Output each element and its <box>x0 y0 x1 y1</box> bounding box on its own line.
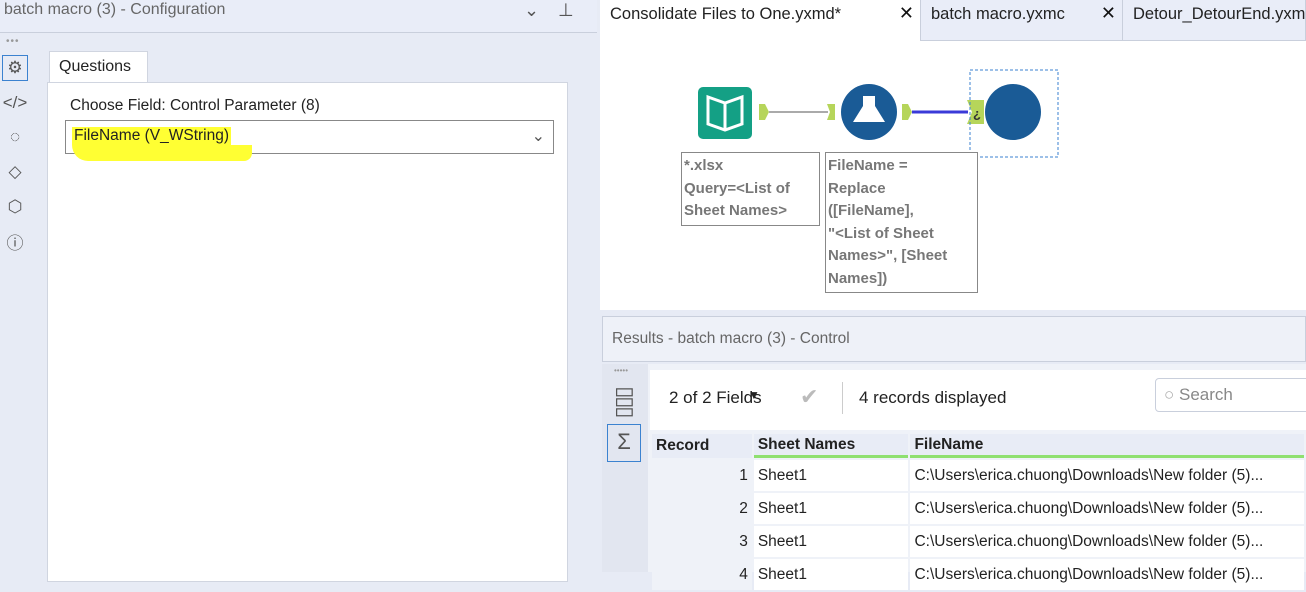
cell-sheet-name[interactable]: Sheet1 <box>753 493 909 524</box>
chevron-down-icon[interactable]: ⌄ <box>524 0 539 21</box>
annotation-line: ([FileName], <box>828 202 914 219</box>
results-title: Results - batch macro (3) - Control <box>602 316 1306 362</box>
table-row[interactable]: 3 Sheet1 C:\Users\erica.chuong\Downloads\N… <box>652 526 1304 557</box>
cell-sheet-name[interactable]: Sheet1 <box>753 460 909 491</box>
grip-icon[interactable]: ••• <box>6 36 20 47</box>
cell-filename[interactable]: C:\Users\erica.chuong\Downloads\New fold… <box>910 493 1304 524</box>
cell-record[interactable]: 3 <box>652 526 752 557</box>
formula-annotation: FileName = Replace ([FileName], "<List o… <box>825 152 978 293</box>
table-row[interactable]: 2 Sheet1 C:\Users\erica.chuong\Downloads\N… <box>652 493 1304 524</box>
connection-icon[interactable]: ◌ <box>2 124 28 150</box>
chevron-down-icon: ⌄ <box>531 128 545 145</box>
config-title-bar: batch macro (3) - Configuration ⌄ ⊥ <box>0 0 597 33</box>
check-icon[interactable]: ✔ <box>800 384 818 410</box>
input-annotation: *.xlsx Query=<List of Sheet Names> <box>681 152 820 226</box>
output-anchor <box>759 104 769 120</box>
table-row[interactable]: 1 Sheet1 C:\Users\erica.chuong\Downloads\N… <box>652 460 1304 491</box>
annotation-line: FileName = <box>828 157 908 174</box>
col-record[interactable]: Record <box>652 434 752 458</box>
table-row[interactable]: 4 Sheet1 C:\Users\erica.chuong\Downloads\N… <box>652 559 1304 590</box>
cell-sheet-name[interactable]: Sheet1 <box>753 559 909 590</box>
highlight-mark <box>72 145 252 161</box>
box-icon[interactable]: ⬡ <box>2 194 28 220</box>
output-anchor <box>902 104 912 120</box>
annotation-line: Names>", [Sheet <box>828 247 948 264</box>
config-title: batch macro (3) - Configuration <box>4 1 226 18</box>
workflow-canvas[interactable]: Consolidate Files to One.yxmd* ✕ batch ma… <box>600 0 1306 310</box>
cell-sheet-name[interactable]: Sheet1 <box>753 526 909 557</box>
col-filename[interactable]: FileName <box>910 434 1304 458</box>
input-anchor <box>827 104 835 120</box>
records-count: 4 records displayed <box>859 388 1007 407</box>
table-view-icon[interactable]: ▭ ▭ ▭ <box>614 380 636 422</box>
help-icon[interactable]: ⓘ <box>2 228 28 254</box>
annotation-line: Replace <box>828 179 886 197</box>
cell-record[interactable]: 1 <box>652 460 752 491</box>
col-sheet-names[interactable]: Sheet Names <box>753 434 909 458</box>
tab-questions[interactable]: Questions <box>49 51 148 83</box>
config-panel: Choose Field: Control Parameter (8) File… <box>47 82 568 582</box>
annotation-line: "<List of Sheet <box>828 224 934 242</box>
field-select[interactable]: FileName (V_WString) ⌄ <box>65 120 554 161</box>
annotation-line: Sheet Names> <box>684 202 787 219</box>
annotation-line: *.xlsx <box>684 157 724 174</box>
field-label: Choose Field: Control Parameter (8) <box>70 97 320 114</box>
pin-icon[interactable]: ⊥ <box>558 0 574 21</box>
cell-filename[interactable]: C:\Users\erica.chuong\Downloads\New fold… <box>910 559 1304 590</box>
grip-icon[interactable]: ••••• <box>614 366 628 375</box>
cell-record[interactable]: 2 <box>652 493 752 524</box>
results-side-strip: ••••• ▭ ▭ ▭ Σ <box>602 364 648 572</box>
results-table: Record Sheet Names FileName 1 Sheet1 C:\Us… <box>650 432 1306 592</box>
field-select-value: FileName (V_WString) <box>72 127 232 145</box>
annotation-line: Names]) <box>828 269 888 287</box>
search-input[interactable]: ○ Search <box>1155 378 1306 412</box>
gear-icon[interactable]: ⚙ <box>2 55 28 81</box>
search-icon: ○ <box>1164 385 1175 404</box>
annotation-line: Query=<List of <box>684 179 790 197</box>
metadata-icon[interactable]: Σ <box>607 424 641 462</box>
caret-down-icon[interactable]: ▼ <box>748 388 760 402</box>
connector-label: ¿ <box>973 106 981 121</box>
code-icon[interactable]: </> <box>2 90 28 116</box>
batch-macro-tool-icon[interactable] <box>985 84 1041 140</box>
search-placeholder: Search <box>1179 385 1233 404</box>
divider <box>842 382 843 414</box>
cell-filename[interactable]: C:\Users\erica.chuong\Downloads\New fold… <box>910 526 1304 557</box>
cell-filename[interactable]: C:\Users\erica.chuong\Downloads\New fold… <box>910 460 1304 491</box>
tag-icon[interactable]: ◇ <box>2 159 28 185</box>
cell-record[interactable]: 4 <box>652 559 752 590</box>
